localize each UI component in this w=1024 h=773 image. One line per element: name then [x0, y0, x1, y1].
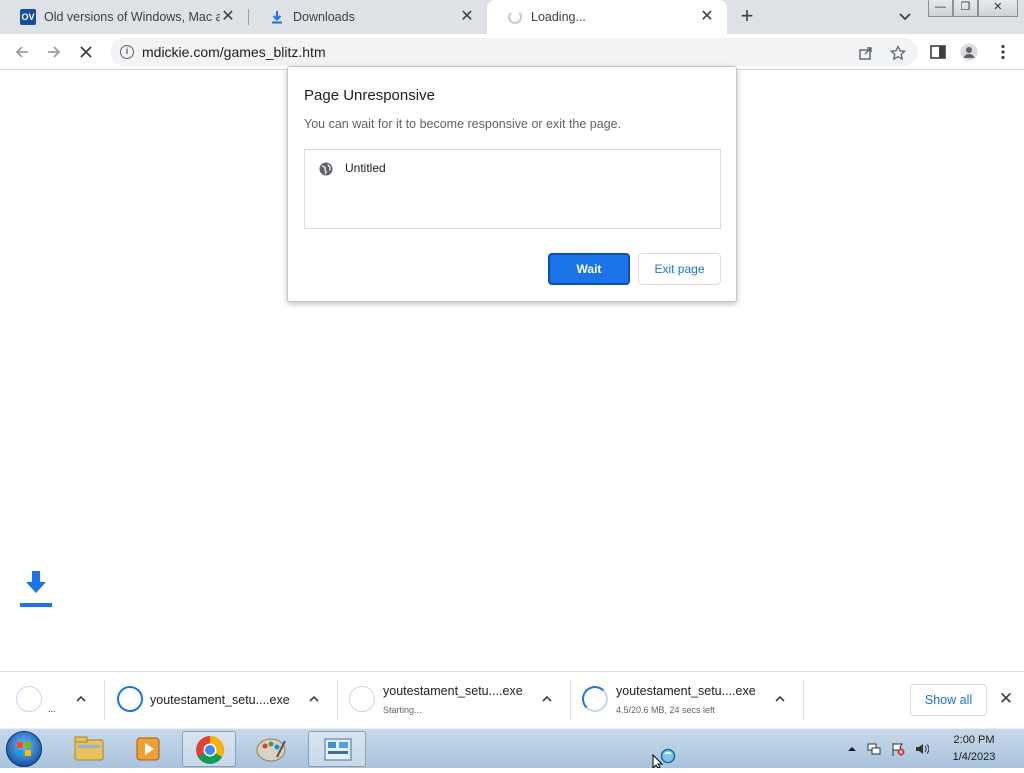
download-item[interactable]: ...	[0, 672, 104, 729]
minimize-button[interactable]: —	[928, 0, 953, 17]
paint-taskbar-icon[interactable]	[244, 731, 298, 767]
clock-time[interactable]: 2:00 PM	[944, 734, 1004, 746]
download-status: Starting...	[383, 705, 422, 715]
close-shelf-button[interactable]: ✕	[997, 690, 1015, 708]
unresponsive-page-title: Untitled	[345, 161, 386, 175]
show-all-downloads-button[interactable]: Show all	[910, 684, 987, 716]
forward-button[interactable]	[44, 42, 64, 62]
download-item[interactable]: youtestament_setu....exe	[105, 672, 337, 729]
download-filename: youtestament_setu....exe	[383, 684, 523, 698]
start-button[interactable]	[6, 731, 42, 767]
tab-strip: OV Old versions of Windows, Mac and Linu…	[0, 0, 1024, 34]
oldversion-favicon-icon: OV	[20, 9, 36, 25]
download-icon	[269, 9, 285, 25]
window-controls: — ❐ ✕	[928, 0, 1018, 18]
side-panel-icon[interactable]	[929, 43, 947, 61]
download-options-caret-icon[interactable]	[74, 692, 88, 706]
tab-title: Downloads	[293, 10, 355, 24]
download-options-caret-icon[interactable]	[307, 692, 321, 706]
media-player-taskbar-icon[interactable]	[122, 731, 176, 767]
explorer-taskbar-icon[interactable]	[62, 731, 116, 767]
download-progress-icon	[117, 686, 143, 712]
restore-button[interactable]: ❐	[952, 0, 978, 17]
page-download-icon	[18, 570, 54, 610]
url-text: mdickie.com/games_blitz.htm	[142, 44, 326, 60]
tab-loading[interactable]: Loading... ✕	[487, 0, 727, 34]
loading-spinner-icon	[507, 9, 523, 25]
address-bar[interactable]: i mdickie.com/games_blitz.htm	[110, 38, 918, 66]
network-icon[interactable]	[867, 742, 881, 756]
download-filename: ...	[48, 704, 56, 714]
new-tab-button[interactable]: +	[736, 5, 758, 28]
site-info-icon[interactable]: i	[120, 45, 134, 59]
back-button[interactable]	[12, 42, 32, 62]
download-item[interactable]: youtestament_setu....exe 4.5/20.6 MB, 24…	[571, 672, 803, 729]
download-options-caret-icon[interactable]	[773, 692, 787, 706]
download-item[interactable]: youtestament_setu....exe Starting...	[338, 672, 570, 729]
wait-button[interactable]: Wait	[548, 253, 630, 285]
tab-old-versions[interactable]: OV Old versions of Windows, Mac and Linu…	[0, 0, 248, 34]
action-center-flag-icon[interactable]	[891, 742, 905, 756]
toolbar: i mdickie.com/games_blitz.htm	[0, 34, 1024, 70]
share-icon[interactable]	[858, 45, 874, 61]
download-progress-icon	[16, 686, 42, 712]
globe-icon	[319, 162, 333, 176]
dialog-title: Page Unresponsive	[304, 87, 435, 104]
tab-close-icon[interactable]: ✕	[699, 9, 715, 25]
dialog-message: You can wait for it to become responsive…	[304, 117, 622, 131]
menu-kebab-icon[interactable]	[994, 43, 1012, 61]
tab-title: Old versions of Windows, Mac and Linux s…	[44, 10, 220, 24]
page-unresponsive-dialog: Page Unresponsive You can wait for it to…	[287, 66, 737, 302]
tab-close-icon[interactable]: ✕	[220, 9, 236, 25]
chrome-taskbar-icon[interactable]	[182, 731, 236, 767]
control-panel-taskbar-icon[interactable]	[308, 731, 366, 767]
download-divider	[803, 680, 804, 720]
download-filename: youtestament_setu....exe	[150, 693, 290, 707]
download-progress-icon	[349, 686, 375, 712]
download-options-caret-icon[interactable]	[540, 692, 554, 706]
taskbar: 2:00 PM 1/4/2023	[0, 728, 1024, 768]
clock-date[interactable]: 1/4/2023	[944, 751, 1004, 763]
unresponsive-pages-list: Untitled	[304, 149, 721, 229]
download-status: 4.5/20.6 MB, 24 secs left	[616, 705, 716, 715]
exit-page-button[interactable]: Exit page	[638, 253, 721, 285]
download-progress-icon	[582, 686, 608, 712]
download-shelf: ... youtestament_setu....exe youtestamen…	[0, 671, 1024, 728]
show-hidden-icons-caret-icon[interactable]	[845, 742, 859, 756]
profile-avatar-icon[interactable]	[960, 43, 978, 61]
download-filename: youtestament_setu....exe	[616, 684, 756, 698]
bookmark-star-icon[interactable]	[889, 44, 907, 61]
tab-close-icon[interactable]: ✕	[459, 9, 475, 25]
tab-search-chevron-icon[interactable]	[896, 9, 914, 25]
tab-downloads[interactable]: Downloads ✕	[249, 0, 487, 34]
volume-icon[interactable]	[915, 742, 930, 756]
stop-loading-button[interactable]	[76, 42, 96, 62]
busy-cursor-icon	[652, 745, 678, 770]
tab-title: Loading...	[531, 10, 586, 24]
close-window-button[interactable]: ✕	[977, 0, 1018, 17]
